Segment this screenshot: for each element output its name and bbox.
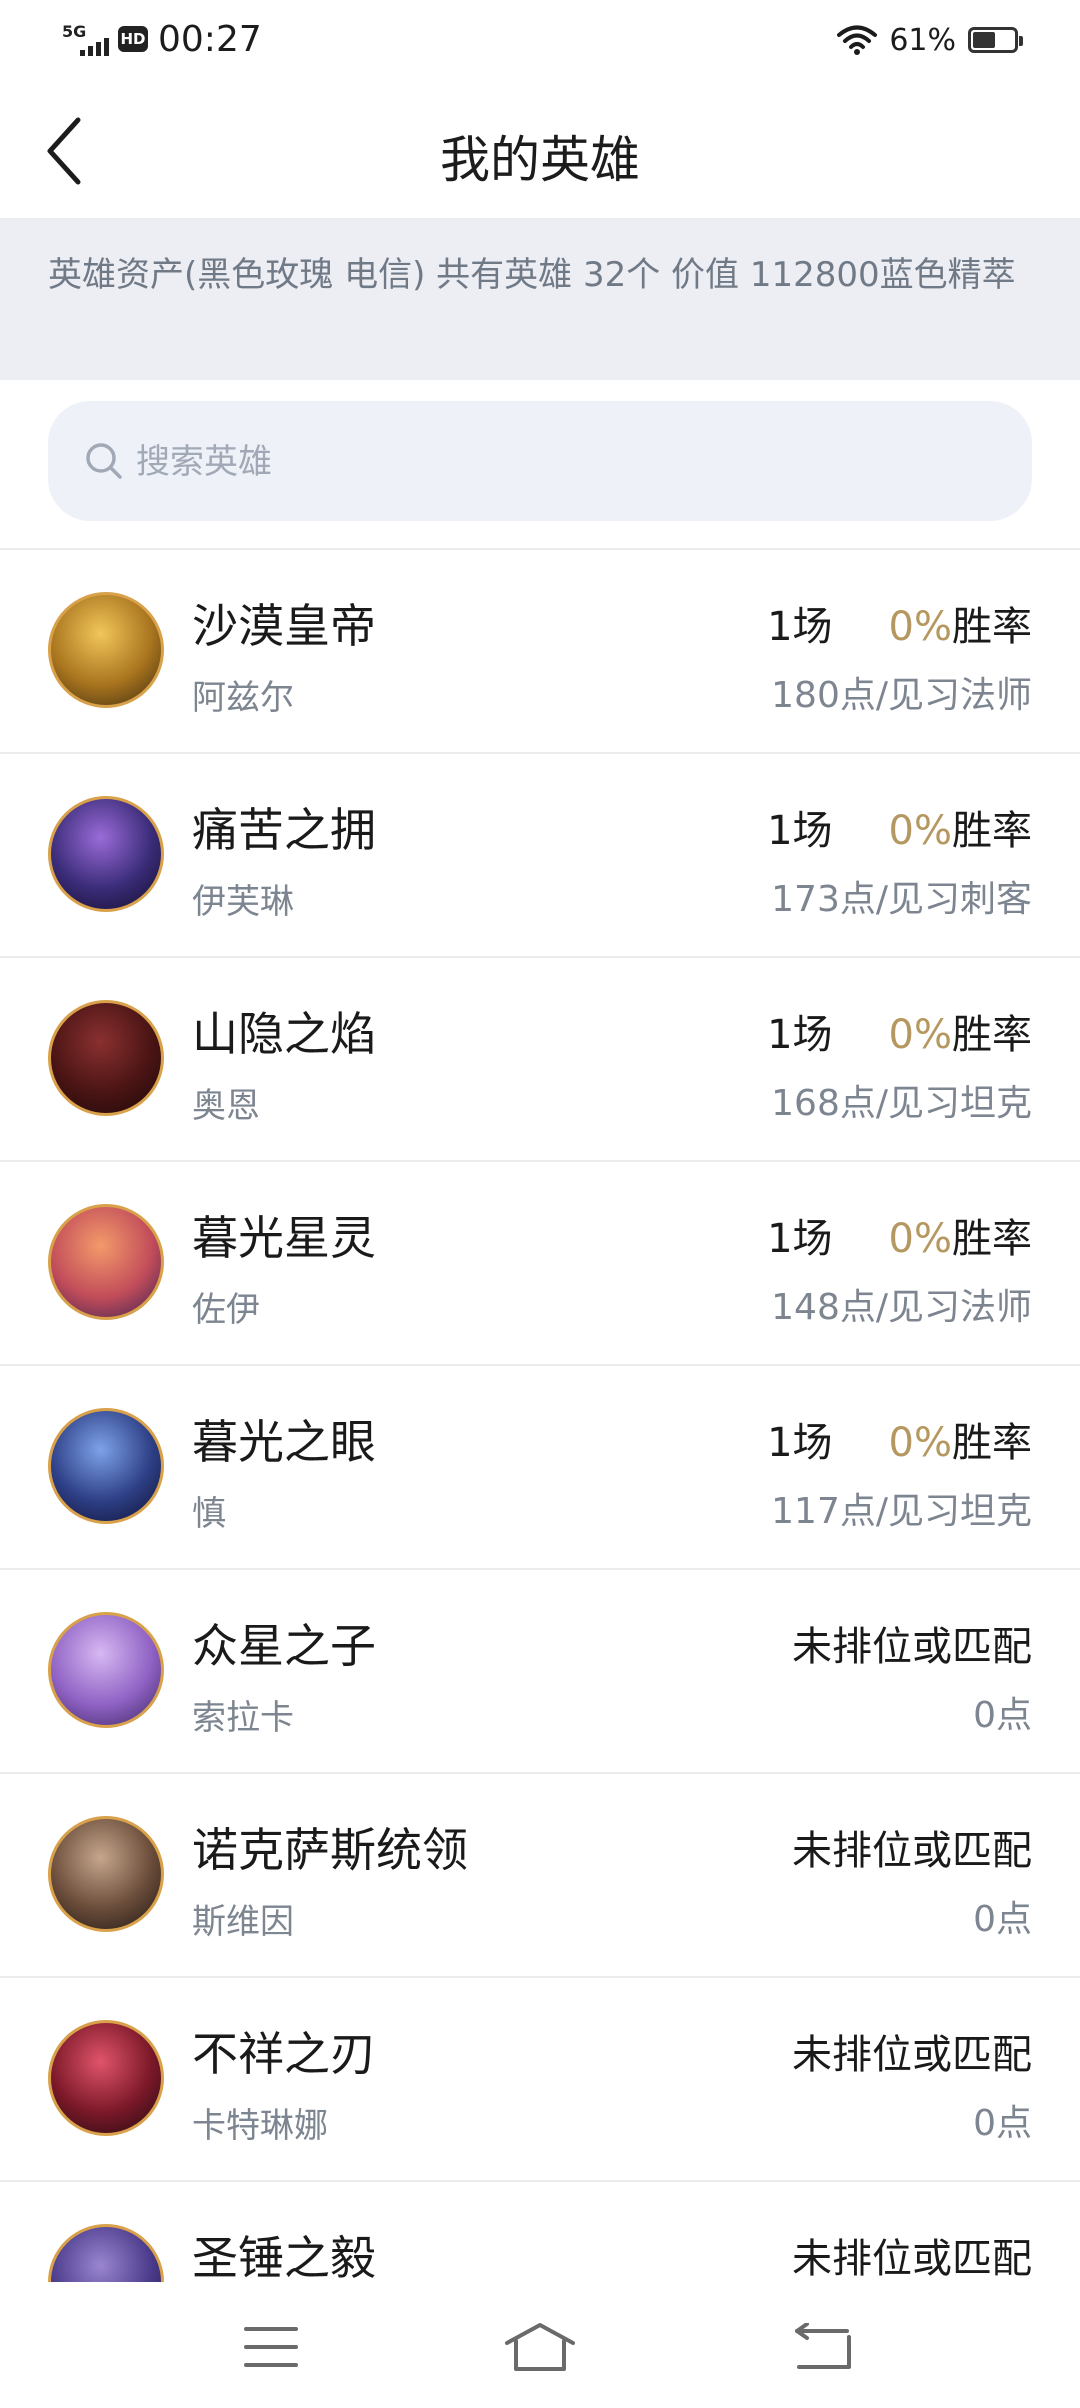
- hero-name: 山隐之焰: [192, 1007, 376, 1061]
- hero-subtitle: 奥恩: [192, 1086, 260, 1126]
- wifi-icon: [837, 25, 878, 55]
- hero-winrate-label: 胜率: [952, 808, 1032, 854]
- hero-status-text: 未排位或匹配: [792, 1624, 1032, 1670]
- hero-status-text: 未排位或匹配: [792, 2236, 1032, 2282]
- hero-row[interactable]: 不祥之刃卡特琳娜 未排位或匹配 0点: [0, 1978, 1080, 2182]
- hero-status: 未排位或匹配: [792, 1818, 1032, 1876]
- hero-subtitle: 卡特琳娜: [192, 2106, 328, 2146]
- hero-avatar: [48, 2224, 164, 2282]
- hero-name: 暮光之眼: [192, 1415, 376, 1469]
- hero-avatar: [48, 592, 164, 708]
- hero-row[interactable]: 沙漠皇帝阿兹尔 1场 0% 胜率 180点/见习法师: [0, 550, 1080, 754]
- home-icon: [505, 2323, 575, 2371]
- system-nav-bar: [0, 2282, 1080, 2408]
- hero-name: 暮光星灵: [192, 1211, 376, 1265]
- hero-winrate-label: 胜率: [952, 604, 1032, 650]
- hero-avatar: [48, 1816, 164, 1932]
- hero-subtitle: 斯维因: [192, 1902, 294, 1942]
- hero-name: 沙漠皇帝: [192, 599, 376, 653]
- hero-status-text: 未排位或匹配: [792, 2032, 1032, 2078]
- hero-avatar: [48, 1204, 164, 1320]
- hero-subtitle: 索拉卡: [192, 1698, 294, 1738]
- return-icon: [795, 2323, 851, 2369]
- hero-subtitle: 佐伊: [192, 1290, 260, 1330]
- hero-status-text: 未排位或匹配: [792, 1828, 1032, 1874]
- search-input[interactable]: [134, 401, 998, 523]
- signal-icon: [80, 38, 109, 56]
- hero-row[interactable]: 痛苦之拥伊芙琳 1场 0% 胜率 173点/见习刺客: [0, 754, 1080, 958]
- hero-winrate-value: 0%: [888, 1216, 952, 1262]
- hero-points: 168点/见习坦克: [771, 1083, 1032, 1124]
- hero-name: 众星之子: [192, 1619, 376, 1673]
- page-title: 我的英雄: [440, 131, 640, 189]
- hero-name: 诺克萨斯统领: [192, 1823, 468, 1877]
- hero-winrate-label: 胜率: [952, 1420, 1032, 1466]
- hero-avatar: [48, 796, 164, 912]
- hero-row[interactable]: 诺克萨斯统领斯维因 未排位或匹配 0点: [0, 1774, 1080, 1978]
- search-bar[interactable]: [48, 401, 1032, 523]
- hero-winrate-label: 胜率: [952, 1012, 1032, 1058]
- hero-name: 痛苦之拥: [192, 803, 376, 857]
- hero-games: 1场: [767, 1216, 833, 1262]
- hero-winrate-label: 胜率: [952, 1216, 1032, 1262]
- hero-status: 未排位或匹配: [792, 2226, 1032, 2282]
- hero-avatar: [48, 1612, 164, 1728]
- hero-status: 未排位或匹配: [792, 2022, 1032, 2080]
- hero-name: 不祥之刃: [192, 2027, 376, 2081]
- hero-row[interactable]: 暮光之眼慎 1场 0% 胜率 117点/见习坦克: [0, 1366, 1080, 1570]
- hero-points: 117点/见习坦克: [771, 1491, 1032, 1532]
- hero-points: 0点: [973, 1899, 1032, 1940]
- hero-games: 1场: [767, 1012, 833, 1058]
- hero-points: 0点: [973, 2103, 1032, 2144]
- search-icon: [86, 443, 122, 479]
- hero-stats: 1场 0% 胜率: [767, 594, 1032, 652]
- hero-winrate-value: 0%: [888, 808, 952, 854]
- hero-subtitle: 阿兹尔: [192, 678, 294, 718]
- battery-level: [973, 32, 995, 48]
- hero-games: 1场: [767, 604, 833, 650]
- hero-avatar: [48, 1000, 164, 1116]
- hero-avatar: [48, 1408, 164, 1524]
- status-right: 61%: [837, 18, 1023, 62]
- hero-row[interactable]: 圣锤之毅 未排位或匹配: [0, 2182, 1080, 2282]
- hero-points: 0点: [973, 1695, 1032, 1736]
- hero-games: 1场: [767, 1420, 833, 1466]
- hero-stats: 1场 0% 胜率: [767, 1206, 1032, 1264]
- menu-icon: [244, 2327, 298, 2367]
- battery-icon: [968, 27, 1023, 53]
- status-bar: 5G HD 00:27 61%: [0, 0, 1080, 80]
- menu-button[interactable]: [226, 2312, 316, 2382]
- hero-winrate-value: 0%: [888, 1012, 952, 1058]
- hero-status: 未排位或匹配: [792, 1614, 1032, 1672]
- hero-row[interactable]: 山隐之焰奥恩 1场 0% 胜率 168点/见习坦克: [0, 958, 1080, 1162]
- hero-stats: 1场 0% 胜率: [767, 1002, 1032, 1060]
- hero-list: 沙漠皇帝 阿兹尔 1场 0% 胜率 180点/见习法师 痛苦之拥 伊芙琳 1场 0% 胜率 173点/…: [0, 550, 1080, 2282]
- hero-row[interactable]: 众星之子索拉卡 未排位或匹配 0点: [0, 1570, 1080, 1774]
- return-button[interactable]: [778, 2312, 868, 2382]
- hero-stats: 1场 0% 胜率: [767, 1410, 1032, 1468]
- hero-points: 173点/见习刺客: [771, 879, 1032, 920]
- hero-points: 180点/见习法师: [771, 675, 1032, 716]
- hero-row[interactable]: 暮光星灵佐伊 1场 0% 胜率 148点/见习法师: [0, 1162, 1080, 1366]
- status-time: 00:27: [158, 19, 262, 60]
- hero-name: 圣锤之毅: [192, 2231, 376, 2282]
- nav-bar: 我的英雄: [0, 80, 1080, 220]
- hero-points: 148点/见习法师: [771, 1287, 1032, 1328]
- hero-games: 1场: [767, 808, 833, 854]
- asset-summary: 英雄资产(黑色玫瑰 电信) 共有英雄 32个 价值 112800蓝色精萃: [0, 220, 1080, 380]
- hero-avatar: [48, 2020, 164, 2136]
- hero-winrate-value: 0%: [888, 604, 952, 650]
- hero-winrate-value: 0%: [888, 1420, 952, 1466]
- battery-percent: 61%: [889, 22, 956, 58]
- home-button[interactable]: [495, 2312, 585, 2382]
- hd-badge: HD: [118, 26, 148, 52]
- hero-stats: 1场 0% 胜率: [767, 798, 1032, 856]
- hero-subtitle: 慎: [192, 1494, 226, 1534]
- hero-subtitle: 伊芙琳: [192, 882, 294, 922]
